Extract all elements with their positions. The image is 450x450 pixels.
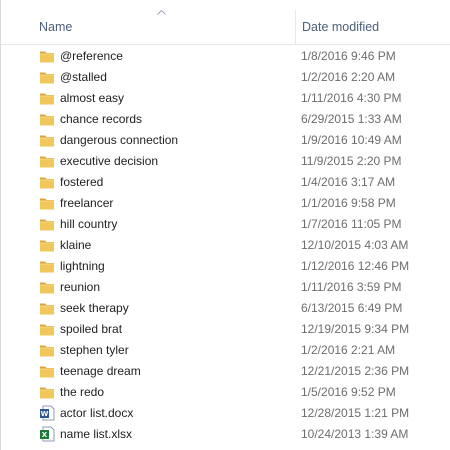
date-modified: 1/12/2016 12:46 PM	[301, 259, 410, 273]
date-modified: 1/11/2016 3:59 PM	[301, 280, 402, 294]
file-name: stephen tyler	[60, 343, 129, 357]
date-modified: 1/2/2016 2:21 AM	[301, 343, 396, 357]
word-document-icon: W	[39, 405, 55, 421]
folder-icon	[39, 216, 55, 232]
folder-icon	[39, 48, 55, 64]
date-modified: 1/7/2016 11:05 PM	[301, 217, 402, 231]
folder-row[interactable]: stephen tyler 1/2/2016 2:21 AM	[1, 340, 450, 361]
date-modified: 1/1/2016 9:58 PM	[301, 196, 396, 210]
folder-icon	[39, 342, 55, 358]
folder-icon	[39, 237, 55, 253]
file-name: chance records	[60, 112, 143, 126]
date-modified: 6/29/2015 1:33 AM	[301, 112, 402, 126]
folder-icon	[39, 300, 55, 316]
folder-icon	[39, 384, 55, 400]
date-modified-column-label: Date modified	[302, 20, 380, 34]
name-column-label: Name	[39, 20, 73, 34]
file-list-pane: Name Date modified @reference 1/8/2016 9:…	[0, 0, 450, 450]
file-row[interactable]: Wactor list.docx 12/28/2015 1:21 PM	[1, 403, 450, 424]
folder-icon	[39, 132, 55, 148]
date-modified: 10/24/2013 1:39 AM	[301, 427, 409, 441]
date-modified-column-header[interactable]: Date modified	[295, 10, 450, 44]
file-name: @reference	[60, 49, 123, 63]
date-modified: 12/28/2015 1:21 PM	[301, 406, 410, 420]
folder-row[interactable]: @stalled 1/2/2016 2:20 AM	[1, 67, 450, 88]
folder-row[interactable]: the redo 1/5/2016 9:52 PM	[1, 382, 450, 403]
date-modified: 11/9/2015 2:20 PM	[301, 154, 402, 168]
folder-row[interactable]: klaine 12/10/2015 4:03 AM	[1, 235, 450, 256]
date-modified: 1/5/2016 9:52 PM	[301, 385, 396, 399]
folder-icon	[39, 111, 55, 127]
date-modified: 1/8/2016 9:46 PM	[301, 49, 396, 63]
file-name: teenage dream	[60, 364, 141, 378]
folder-icon	[39, 153, 55, 169]
date-modified: 6/13/2015 6:49 PM	[301, 301, 403, 315]
folder-icon	[39, 90, 55, 106]
date-modified: 1/2/2016 2:20 AM	[301, 70, 396, 84]
folder-row[interactable]: dangerous connection 1/9/2016 10:49 AM	[1, 130, 450, 151]
file-name: freelancer	[60, 196, 114, 210]
file-name: spoiled brat	[60, 322, 123, 336]
sort-ascending-icon	[156, 8, 166, 16]
folder-row[interactable]: executive decision 11/9/2015 2:20 PM	[1, 151, 450, 172]
folder-row[interactable]: reunion 1/11/2016 3:59 PM	[1, 277, 450, 298]
folder-icon	[39, 69, 55, 85]
folder-row[interactable]: freelancer 1/1/2016 9:58 PM	[1, 193, 450, 214]
folder-row[interactable]: lightning 1/12/2016 12:46 PM	[1, 256, 450, 277]
file-name: dangerous connection	[60, 133, 179, 147]
excel-spreadsheet-icon: X	[39, 426, 55, 442]
folder-icon	[39, 195, 55, 211]
folder-row[interactable]: fostered 1/4/2016 3:17 AM	[1, 172, 450, 193]
date-modified: 12/10/2015 4:03 AM	[301, 238, 409, 252]
file-name: fostered	[60, 175, 104, 189]
file-list: @reference 1/8/2016 9:46 PM @stalled 1/2/20…	[1, 46, 450, 445]
date-modified: 12/19/2015 9:34 PM	[301, 322, 410, 336]
folder-icon	[39, 279, 55, 295]
file-row[interactable]: Xname list.xlsx 10/24/2013 1:39 AM	[1, 424, 450, 445]
folder-icon	[39, 174, 55, 190]
svg-text:X: X	[42, 431, 48, 439]
folder-row[interactable]: spoiled brat 12/19/2015 9:34 PM	[1, 319, 450, 340]
file-name: seek therapy	[60, 301, 129, 315]
file-name: executive decision	[60, 154, 159, 168]
folder-row[interactable]: @reference 1/8/2016 9:46 PM	[1, 46, 450, 67]
file-name: lightning	[60, 259, 105, 273]
file-name: the redo	[60, 385, 105, 399]
date-modified: 1/11/2016 4:30 PM	[301, 91, 402, 105]
file-name: reunion	[60, 280, 101, 294]
folder-icon	[39, 363, 55, 379]
file-name: name list.xlsx	[60, 427, 133, 441]
file-name: @stalled	[60, 70, 107, 84]
file-name: hill country	[60, 217, 118, 231]
file-name: klaine	[60, 238, 92, 252]
file-name: actor list.docx	[60, 406, 134, 420]
folder-icon	[39, 321, 55, 337]
folder-icon	[39, 258, 55, 274]
folder-row[interactable]: chance records 6/29/2015 1:33 AM	[1, 109, 450, 130]
column-header-bar: Name Date modified	[1, 8, 450, 45]
folder-row[interactable]: teenage dream 12/21/2015 2:36 PM	[1, 361, 450, 382]
date-modified: 1/9/2016 10:49 AM	[301, 133, 402, 147]
date-modified: 1/4/2016 3:17 AM	[301, 175, 396, 189]
folder-row[interactable]: hill country 1/7/2016 11:05 PM	[1, 214, 450, 235]
folder-row[interactable]: almost easy 1/11/2016 4:30 PM	[1, 88, 450, 109]
folder-row[interactable]: seek therapy 6/13/2015 6:49 PM	[1, 298, 450, 319]
file-name: almost easy	[60, 91, 125, 105]
svg-text:W: W	[41, 410, 49, 418]
date-modified: 12/21/2015 2:36 PM	[301, 364, 410, 378]
